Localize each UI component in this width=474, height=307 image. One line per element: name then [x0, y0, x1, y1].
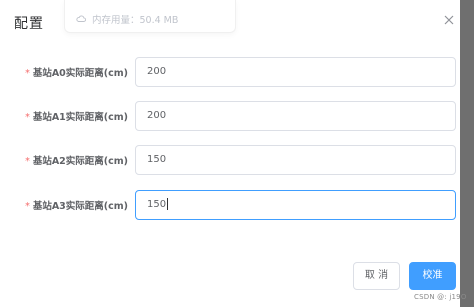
required-mark: * [25, 112, 30, 123]
field-label: * 基站A0实际距离(cm) [25, 65, 128, 79]
input-value: 150 [147, 154, 167, 165]
form-row-a2: * 基站A2实际距离(cm) 150 [0, 145, 460, 175]
text-caret [167, 198, 169, 210]
required-mark: * [25, 201, 30, 212]
input-value: 150 [147, 199, 167, 210]
overlay-edge [460, 0, 474, 307]
required-mark: * [25, 68, 30, 79]
distance-a2-input[interactable]: 150 [135, 145, 456, 175]
dialog-title: 配置 [14, 16, 44, 32]
distance-a1-input[interactable]: 200 [135, 101, 456, 131]
calibrate-button[interactable]: 校准 [409, 262, 456, 290]
field-label-text: 基站A1实际距离(cm) [32, 112, 128, 123]
required-mark: * [25, 156, 30, 167]
field-label-text: 基站A0实际距离(cm) [32, 68, 128, 79]
cancel-button[interactable]: 取 消 [353, 262, 400, 290]
distance-a0-input[interactable]: 200 [135, 57, 456, 87]
form-row-a3: * 基站A3实际距离(cm) 150 [0, 190, 460, 220]
close-icon[interactable] [441, 12, 457, 28]
field-label-text: 基站A3实际距离(cm) [32, 201, 128, 212]
cloud-icon [76, 15, 86, 22]
config-dialog: 内存用量：50.4 MB 配置 * 基站A0实际距离(cm) 200 * 基站A1实… [0, 0, 460, 307]
field-label: * 基站A3实际距离(cm) [25, 198, 128, 212]
input-value: 200 [147, 66, 167, 77]
watermark: CSDN @: j19O [414, 293, 467, 301]
field-label: * 基站A1实际距离(cm) [25, 109, 128, 123]
field-label-text: 基站A2实际距离(cm) [32, 156, 128, 167]
memory-usage-tooltip: 内存用量：50.4 MB [64, 0, 236, 33]
form-row-a0: * 基站A0实际距离(cm) 200 [0, 57, 460, 87]
distance-a3-input[interactable]: 150 [135, 190, 456, 220]
field-label: * 基站A2实际距离(cm) [25, 153, 128, 167]
input-value: 200 [147, 110, 167, 121]
form-row-a1: * 基站A1实际距离(cm) 200 [0, 101, 460, 131]
memory-usage-text: 内存用量：50.4 MB [92, 15, 179, 26]
